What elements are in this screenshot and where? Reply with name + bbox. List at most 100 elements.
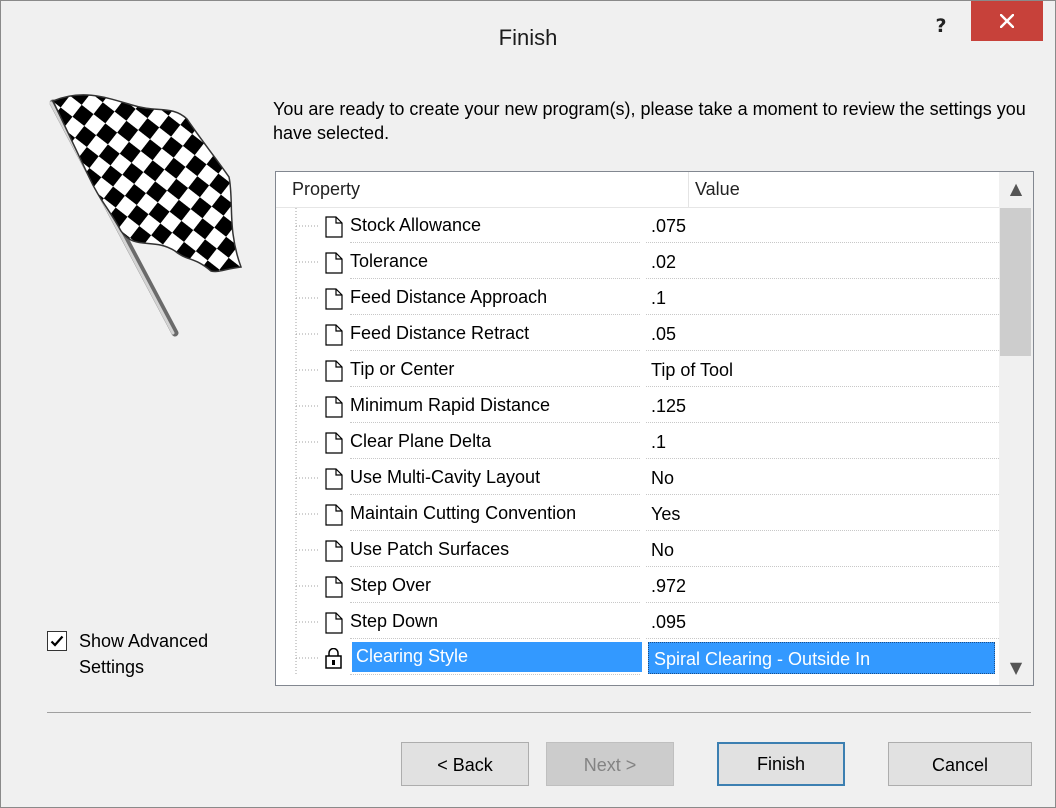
scroll-up-icon[interactable]: ▲: [999, 172, 1033, 206]
property-value[interactable]: .02: [646, 244, 1003, 279]
property-value[interactable]: Tip of Tool: [646, 352, 1003, 387]
table-row[interactable]: Minimum Rapid Distance .125: [276, 388, 1003, 424]
row-divider: [350, 242, 640, 243]
checkbox-box[interactable]: [47, 631, 67, 651]
table-row[interactable]: Step Over .972: [276, 568, 1003, 604]
close-button[interactable]: [971, 1, 1043, 41]
tree-line-icon: [295, 424, 320, 460]
help-button[interactable]: ?: [926, 11, 956, 41]
property-name: Stock Allowance: [350, 215, 482, 235]
property-value[interactable]: .075: [646, 208, 1003, 243]
tree-line-icon: [295, 640, 320, 676]
finish-dialog: Finish ? You are ready to create your ne…: [0, 0, 1056, 808]
document-icon: [325, 432, 343, 454]
document-icon: [325, 468, 343, 490]
tree-line-icon: [295, 208, 320, 244]
document-icon: [325, 396, 343, 418]
finish-button[interactable]: Finish: [717, 742, 845, 786]
close-icon: [1000, 14, 1014, 28]
document-icon: [325, 360, 343, 382]
row-divider: [350, 314, 640, 315]
document-icon: [325, 324, 343, 346]
table-row[interactable]: Stock Allowance .075: [276, 208, 1003, 244]
show-advanced-settings-label: Show Advanced Settings: [79, 631, 209, 677]
scrollbar-thumb[interactable]: [1000, 208, 1031, 356]
property-value[interactable]: .095: [646, 604, 1003, 639]
row-divider: [350, 350, 640, 351]
row-divider: [350, 638, 640, 639]
next-button[interactable]: Next >: [546, 742, 674, 786]
tree-line-icon: [295, 352, 320, 388]
column-header-property[interactable]: Property: [276, 172, 689, 208]
row-divider: [350, 386, 640, 387]
vertical-scrollbar[interactable]: ▲ ▼: [999, 172, 1033, 685]
document-icon: [325, 288, 343, 310]
property-value[interactable]: No: [646, 532, 1003, 567]
row-divider: [350, 422, 640, 423]
property-name: Maintain Cutting Convention: [350, 503, 577, 523]
lock-icon: [325, 648, 342, 669]
intro-text: You are ready to create your new program…: [273, 99, 1026, 143]
property-value[interactable]: Yes: [646, 496, 1003, 531]
property-value[interactable]: .125: [646, 388, 1003, 423]
property-value[interactable]: .1: [646, 424, 1003, 459]
property-value[interactable]: .1: [646, 280, 1003, 315]
table-row[interactable]: Tolerance .02: [276, 244, 1003, 280]
row-divider: [350, 674, 640, 675]
document-icon: [325, 504, 343, 526]
property-name: Clearing Style: [352, 642, 642, 672]
checkmark-icon: [50, 635, 64, 647]
property-name: Tip or Center: [350, 359, 455, 379]
table-row[interactable]: Use Patch Surfaces No: [276, 532, 1003, 568]
document-icon: [325, 216, 343, 238]
document-icon: [325, 540, 343, 562]
row-divider: [350, 602, 640, 603]
property-value[interactable]: No: [646, 460, 1003, 495]
document-icon: [325, 612, 343, 634]
table-row[interactable]: Use Multi-Cavity Layout No: [276, 460, 1003, 496]
window-title: Finish: [498, 25, 558, 50]
property-value[interactable]: .972: [646, 568, 1003, 603]
property-name: Tolerance: [350, 251, 429, 271]
document-icon: [325, 576, 343, 598]
property-name: Step Over: [350, 575, 432, 595]
row-divider: [350, 494, 640, 495]
table-row[interactable]: Clearing Style Spiral Clearing - Outside …: [276, 640, 999, 676]
property-name: Minimum Rapid Distance: [350, 395, 551, 415]
row-divider: [350, 458, 640, 459]
row-divider: [350, 530, 640, 531]
row-divider: [350, 278, 640, 279]
property-name: Use Multi-Cavity Layout: [350, 467, 541, 487]
checkered-flag-icon: [49, 94, 243, 337]
table-row[interactable]: Feed Distance Retract .05: [276, 316, 1003, 352]
table-row[interactable]: Feed Distance Approach .1: [276, 280, 1003, 316]
property-value[interactable]: .05: [646, 316, 1003, 351]
table-row[interactable]: Tip or Center Tip of Tool: [276, 352, 1003, 388]
scroll-down-icon[interactable]: ▼: [999, 651, 1033, 685]
tree-line-icon: [295, 568, 320, 604]
tree-line-icon: [295, 280, 320, 316]
property-name: Clear Plane Delta: [350, 431, 492, 451]
property-grid[interactable]: Property Value Stock Allowance .075 Tolera…: [275, 171, 1034, 686]
property-value[interactable]: Spiral Clearing - Outside In: [648, 642, 995, 674]
separator: [47, 712, 1031, 713]
row-divider: [350, 566, 640, 567]
grid-header: Property Value: [276, 172, 1021, 208]
document-icon: [325, 252, 343, 274]
tree-line-icon: [295, 388, 320, 424]
tree-line-icon: [295, 496, 320, 532]
tree-line-icon: [295, 460, 320, 496]
table-row[interactable]: Clear Plane Delta .1: [276, 424, 1003, 460]
property-name: Feed Distance Retract: [350, 323, 530, 343]
cancel-button[interactable]: Cancel: [888, 742, 1032, 786]
tree-line-icon: [295, 604, 320, 640]
tree-line-icon: [295, 532, 320, 568]
property-name: Use Patch Surfaces: [350, 539, 510, 559]
table-row[interactable]: Step Down .095: [276, 604, 1003, 640]
property-name: Step Down: [350, 611, 439, 631]
tree-line-icon: [295, 316, 320, 352]
property-name: Feed Distance Approach: [350, 287, 548, 307]
table-row[interactable]: Maintain Cutting Convention Yes: [276, 496, 1003, 532]
back-button[interactable]: < Back: [401, 742, 529, 786]
column-header-value[interactable]: Value: [673, 172, 1021, 208]
